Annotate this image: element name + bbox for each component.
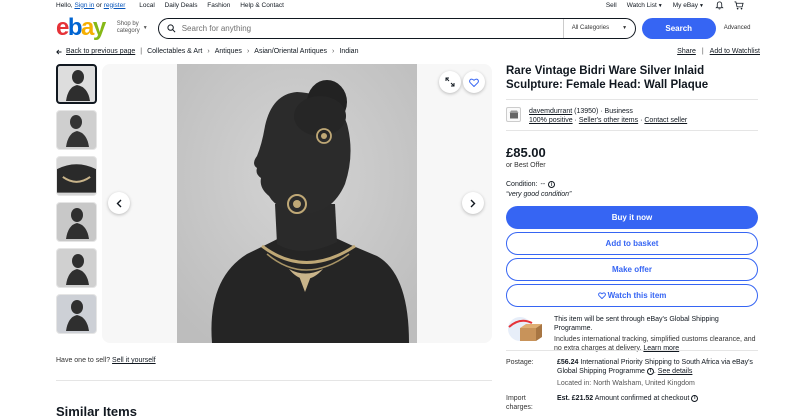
advanced-search-link[interactable]: Advanced (724, 25, 751, 31)
heart-icon (469, 78, 479, 87)
best-offer-label: or Best Offer (506, 162, 546, 169)
info-icon[interactable]: i (646, 367, 654, 375)
divider (56, 380, 492, 381)
watch-heart-button[interactable] (463, 71, 485, 93)
search-button[interactable]: Search (641, 17, 716, 39)
package-icon (506, 315, 542, 345)
bidri-sculpture-image (177, 64, 417, 343)
ebay-logo[interactable]: ebay (56, 16, 106, 40)
breadcrumb-item[interactable]: Collectables & Art (147, 48, 202, 55)
product-photo (177, 64, 417, 343)
add-to-basket-button[interactable]: Add to basket (506, 232, 758, 255)
postage-section: Postage: £56.24 International Priority S… (506, 358, 758, 412)
divider (506, 130, 758, 131)
seller-avatar[interactable] (506, 107, 521, 122)
sculpture-thumbnail-icon (65, 115, 89, 147)
search-bar: All Categories ▼ (157, 17, 636, 39)
divider (506, 350, 758, 351)
thumbnail[interactable] (56, 248, 97, 288)
sculpture-thumbnail-icon (65, 70, 90, 101)
sculpture-thumbnail-icon (65, 300, 89, 331)
cart-icon[interactable] (734, 0, 744, 10)
chevron-down-icon: ▼ (699, 2, 704, 9)
contact-seller-link[interactable]: Contact seller (644, 117, 687, 124)
help-contact-link[interactable]: Help & Contact (240, 2, 284, 9)
sign-in-link[interactable]: Sign in (74, 2, 94, 9)
postage-row: Postage: £56.24 International Priority S… (506, 358, 758, 388)
back-link[interactable]: Back to previous page (56, 48, 135, 55)
greeting: Hello, Sign in or register (56, 1, 126, 9)
make-offer-button[interactable]: Make offer (506, 258, 758, 281)
divider (506, 99, 758, 100)
local-link[interactable]: Local (139, 2, 155, 9)
breadcrumb-item[interactable]: Asian/Oriental Antiques (254, 48, 327, 55)
listing-title: Rare Vintage Bidri Ware Silver Inlaid Sc… (506, 65, 709, 91)
import-charges-row: Import charges: Est. £21.52 Amount confi… (506, 394, 758, 412)
breadcrumb-item[interactable]: Indian (339, 48, 358, 55)
shop-by-category-button[interactable]: Shop by category ▼ (117, 21, 148, 35)
heart-icon (597, 292, 606, 299)
chevron-down-icon: ▼ (142, 24, 148, 31)
sell-link[interactable]: Sell (606, 2, 617, 9)
global-shipping-notice: This item will be sent through eBay's Gl… (506, 315, 758, 353)
postage-amount: £56.24 (557, 359, 579, 366)
seller-info: davemdurrant (13950) · Business 100% pos… (506, 107, 758, 125)
necklace-thumbnail-icon (57, 164, 96, 193)
watch-list-menu[interactable]: Watch List▼ (627, 2, 663, 9)
sculpture-thumbnail-icon (65, 254, 89, 285)
chevron-left-icon (116, 199, 122, 207)
breadcrumb: Back to previous page | Collectables & A… (56, 46, 760, 57)
next-image-button[interactable] (462, 192, 484, 214)
add-watchlist-link[interactable]: Add to Watchlist (710, 48, 760, 55)
thumbnail-list (56, 64, 99, 340)
info-icon[interactable]: i (548, 181, 556, 188)
chevron-down-icon: ▼ (622, 25, 628, 31)
thumbnail[interactable] (56, 202, 97, 242)
item-location: Located in: North Walsham, United Kingdo… (557, 380, 695, 387)
price: £85.00 (506, 145, 546, 160)
share-link[interactable]: Share (677, 48, 696, 55)
seller-name-link[interactable]: davemdurrant (529, 108, 572, 115)
top-bar-right: Sell Watch List▼ My eBay▼ (606, 0, 744, 10)
store-icon (509, 110, 518, 119)
register-link[interactable]: register (104, 2, 126, 9)
seller-other-items-link[interactable]: Seller's other items (579, 117, 638, 124)
thumbnail[interactable] (56, 110, 97, 150)
condition: Condition: -- i (506, 181, 758, 188)
bell-icon[interactable] (714, 0, 724, 10)
thumbnail[interactable] (56, 294, 97, 334)
chevron-right-icon (470, 199, 476, 207)
see-details-link[interactable]: See details (658, 368, 693, 375)
chevron-down-icon: ▼ (657, 2, 663, 9)
buy-it-now-button[interactable]: Buy it now (506, 206, 758, 229)
previous-image-button[interactable] (108, 192, 130, 214)
search-input[interactable] (181, 23, 563, 33)
sculpture-thumbnail-icon (65, 208, 89, 239)
main-image-viewer[interactable] (102, 64, 492, 343)
expand-button[interactable] (439, 71, 461, 93)
positive-feedback-link[interactable]: 100% positive (529, 117, 573, 124)
info-icon[interactable]: i (691, 394, 699, 402)
thumbnail[interactable] (56, 64, 97, 104)
daily-deals-link[interactable]: Daily Deals (165, 2, 198, 9)
condition-note: “very good condition” (506, 191, 572, 198)
listing-panel: Rare Vintage Bidri Ware Silver Inlaid Sc… (506, 64, 758, 353)
sell-it-yourself-link[interactable]: Sell it yourself (112, 357, 156, 364)
fashion-link[interactable]: Fashion (207, 2, 230, 9)
category-select[interactable]: All Categories ▼ (562, 18, 635, 38)
top-bar: Hello, Sign in or register Local Daily D… (0, 0, 800, 10)
search-icon (167, 23, 176, 32)
have-one-to-sell: Have one to sell? Sell it yourself (56, 357, 156, 364)
header: ebay Shop bycategory ▼ All Categories ▼ … (56, 15, 760, 41)
thumbnail[interactable] (56, 156, 97, 196)
similar-items-heading: Similar Items (56, 404, 137, 418)
expand-icon (445, 77, 455, 87)
top-bar-left: Hello, Sign in or register Local Daily D… (56, 2, 292, 9)
breadcrumb-item[interactable]: Antiques (215, 48, 242, 55)
arrow-left-icon (56, 49, 62, 54)
my-ebay-menu[interactable]: My eBay▼ (673, 2, 704, 9)
import-amount: Est. £21.52 (557, 395, 594, 402)
watch-item-button[interactable]: Watch this item (506, 284, 758, 307)
